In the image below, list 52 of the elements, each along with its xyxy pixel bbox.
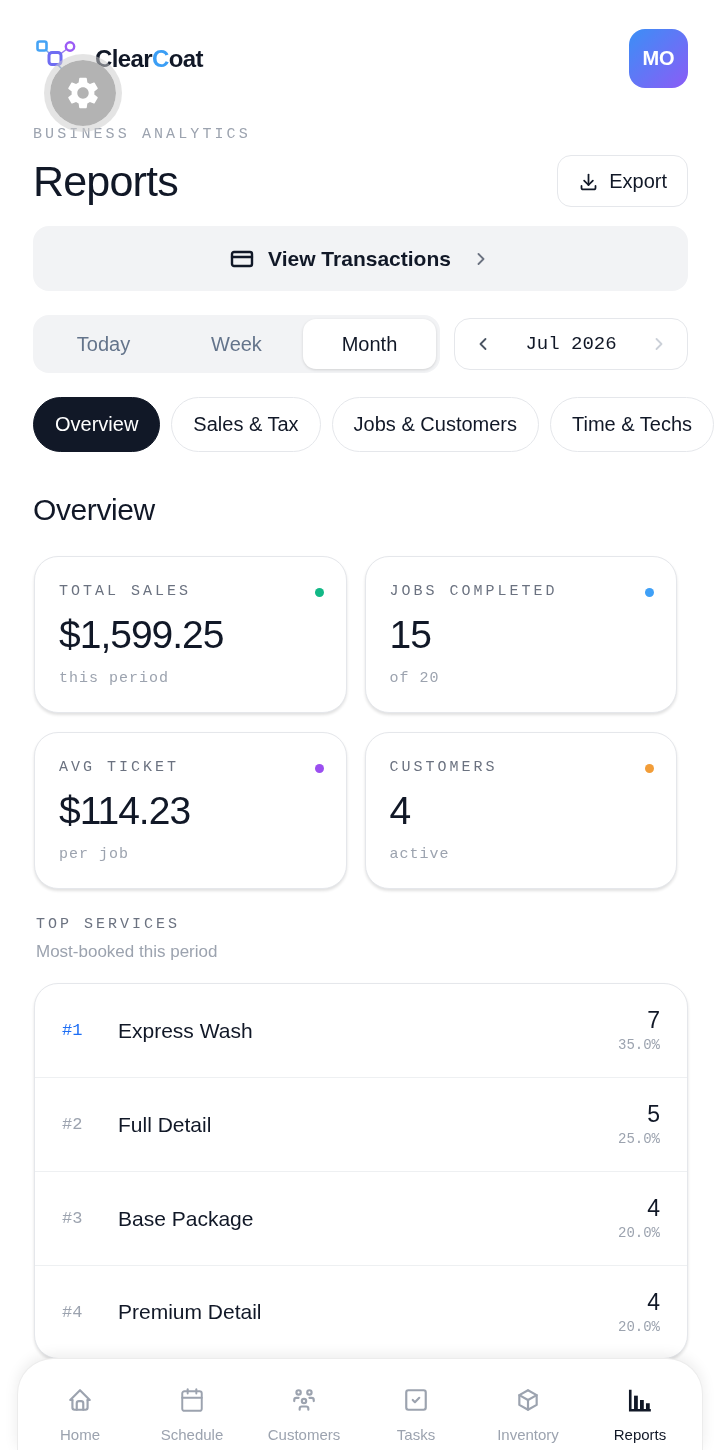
report-tab[interactable]: Sales & Tax — [171, 397, 321, 452]
calendar-icon — [179, 1387, 205, 1413]
stat-note: active — [389, 846, 450, 864]
people-icon — [291, 1387, 317, 1413]
period-tab[interactable]: Week — [170, 319, 303, 369]
checkbox-icon — [403, 1387, 429, 1413]
stat-value: 15 — [389, 612, 431, 658]
period-tab[interactable]: Month — [303, 319, 436, 369]
services-subtitle: Most-booked this period — [36, 941, 218, 963]
stat-label: TOTAL SALES — [59, 583, 192, 601]
booking-count: 4 — [647, 1288, 660, 1315]
stat-note: of 20 — [389, 670, 440, 688]
stat-label: AVG TICKET — [59, 759, 179, 777]
rank-number: #1 — [62, 1021, 84, 1040]
stat-value: $1,599.25 — [59, 612, 224, 658]
section-title: Overview — [33, 492, 155, 528]
booking-share: 20.0% — [618, 1318, 660, 1336]
stat-note: this period — [59, 670, 170, 688]
stat-value: $114.23 — [59, 788, 191, 834]
report-tab[interactable]: Jobs & Customers — [331, 397, 539, 452]
booking-share: 25.0% — [618, 1131, 660, 1148]
home-icon — [67, 1387, 93, 1413]
service-name: Base Package — [118, 1206, 255, 1231]
booking-share: 20.0% — [618, 1225, 660, 1242]
rank-number: #2 — [62, 1115, 84, 1134]
stat-label: JOBS COMPLETED — [389, 583, 558, 601]
service-name: Full Detail — [118, 1112, 213, 1137]
service-name: Premium Detail — [118, 1300, 263, 1324]
page-title: Reports — [33, 156, 178, 207]
export-button[interactable]: Export — [557, 155, 688, 207]
report-tab[interactable]: Time & Techs — [550, 397, 715, 452]
month-label: Jul 2026 — [525, 333, 617, 355]
stat-value: 4 — [389, 788, 411, 834]
logo-text: ClearCoat — [95, 44, 203, 73]
nav-item[interactable]: Reports — [584, 1359, 696, 1450]
rank-number: #4 — [62, 1302, 84, 1322]
box-icon — [515, 1387, 541, 1413]
page-eyebrow: BUSINESS ANALYTICS — [33, 126, 251, 144]
period-tab[interactable]: Today — [37, 319, 170, 369]
service-name: Express Wash — [118, 1018, 254, 1043]
view-transactions-button[interactable]: View Transactions — [33, 226, 688, 291]
stat-note: per job — [59, 846, 129, 864]
booking-count: 4 — [647, 1195, 660, 1221]
bar-chart-icon — [627, 1387, 653, 1413]
stat-label: CUSTOMERS — [389, 759, 498, 777]
services-heading: TOP SERVICES — [36, 916, 181, 934]
booking-share: 35.0% — [618, 1037, 660, 1054]
booking-count: 7 — [647, 1007, 660, 1033]
report-tab[interactable]: Overview — [33, 397, 161, 452]
rank-number: #3 — [62, 1209, 84, 1228]
booking-count: 5 — [647, 1101, 660, 1127]
profile-avatar[interactable]: MO — [629, 29, 688, 88]
